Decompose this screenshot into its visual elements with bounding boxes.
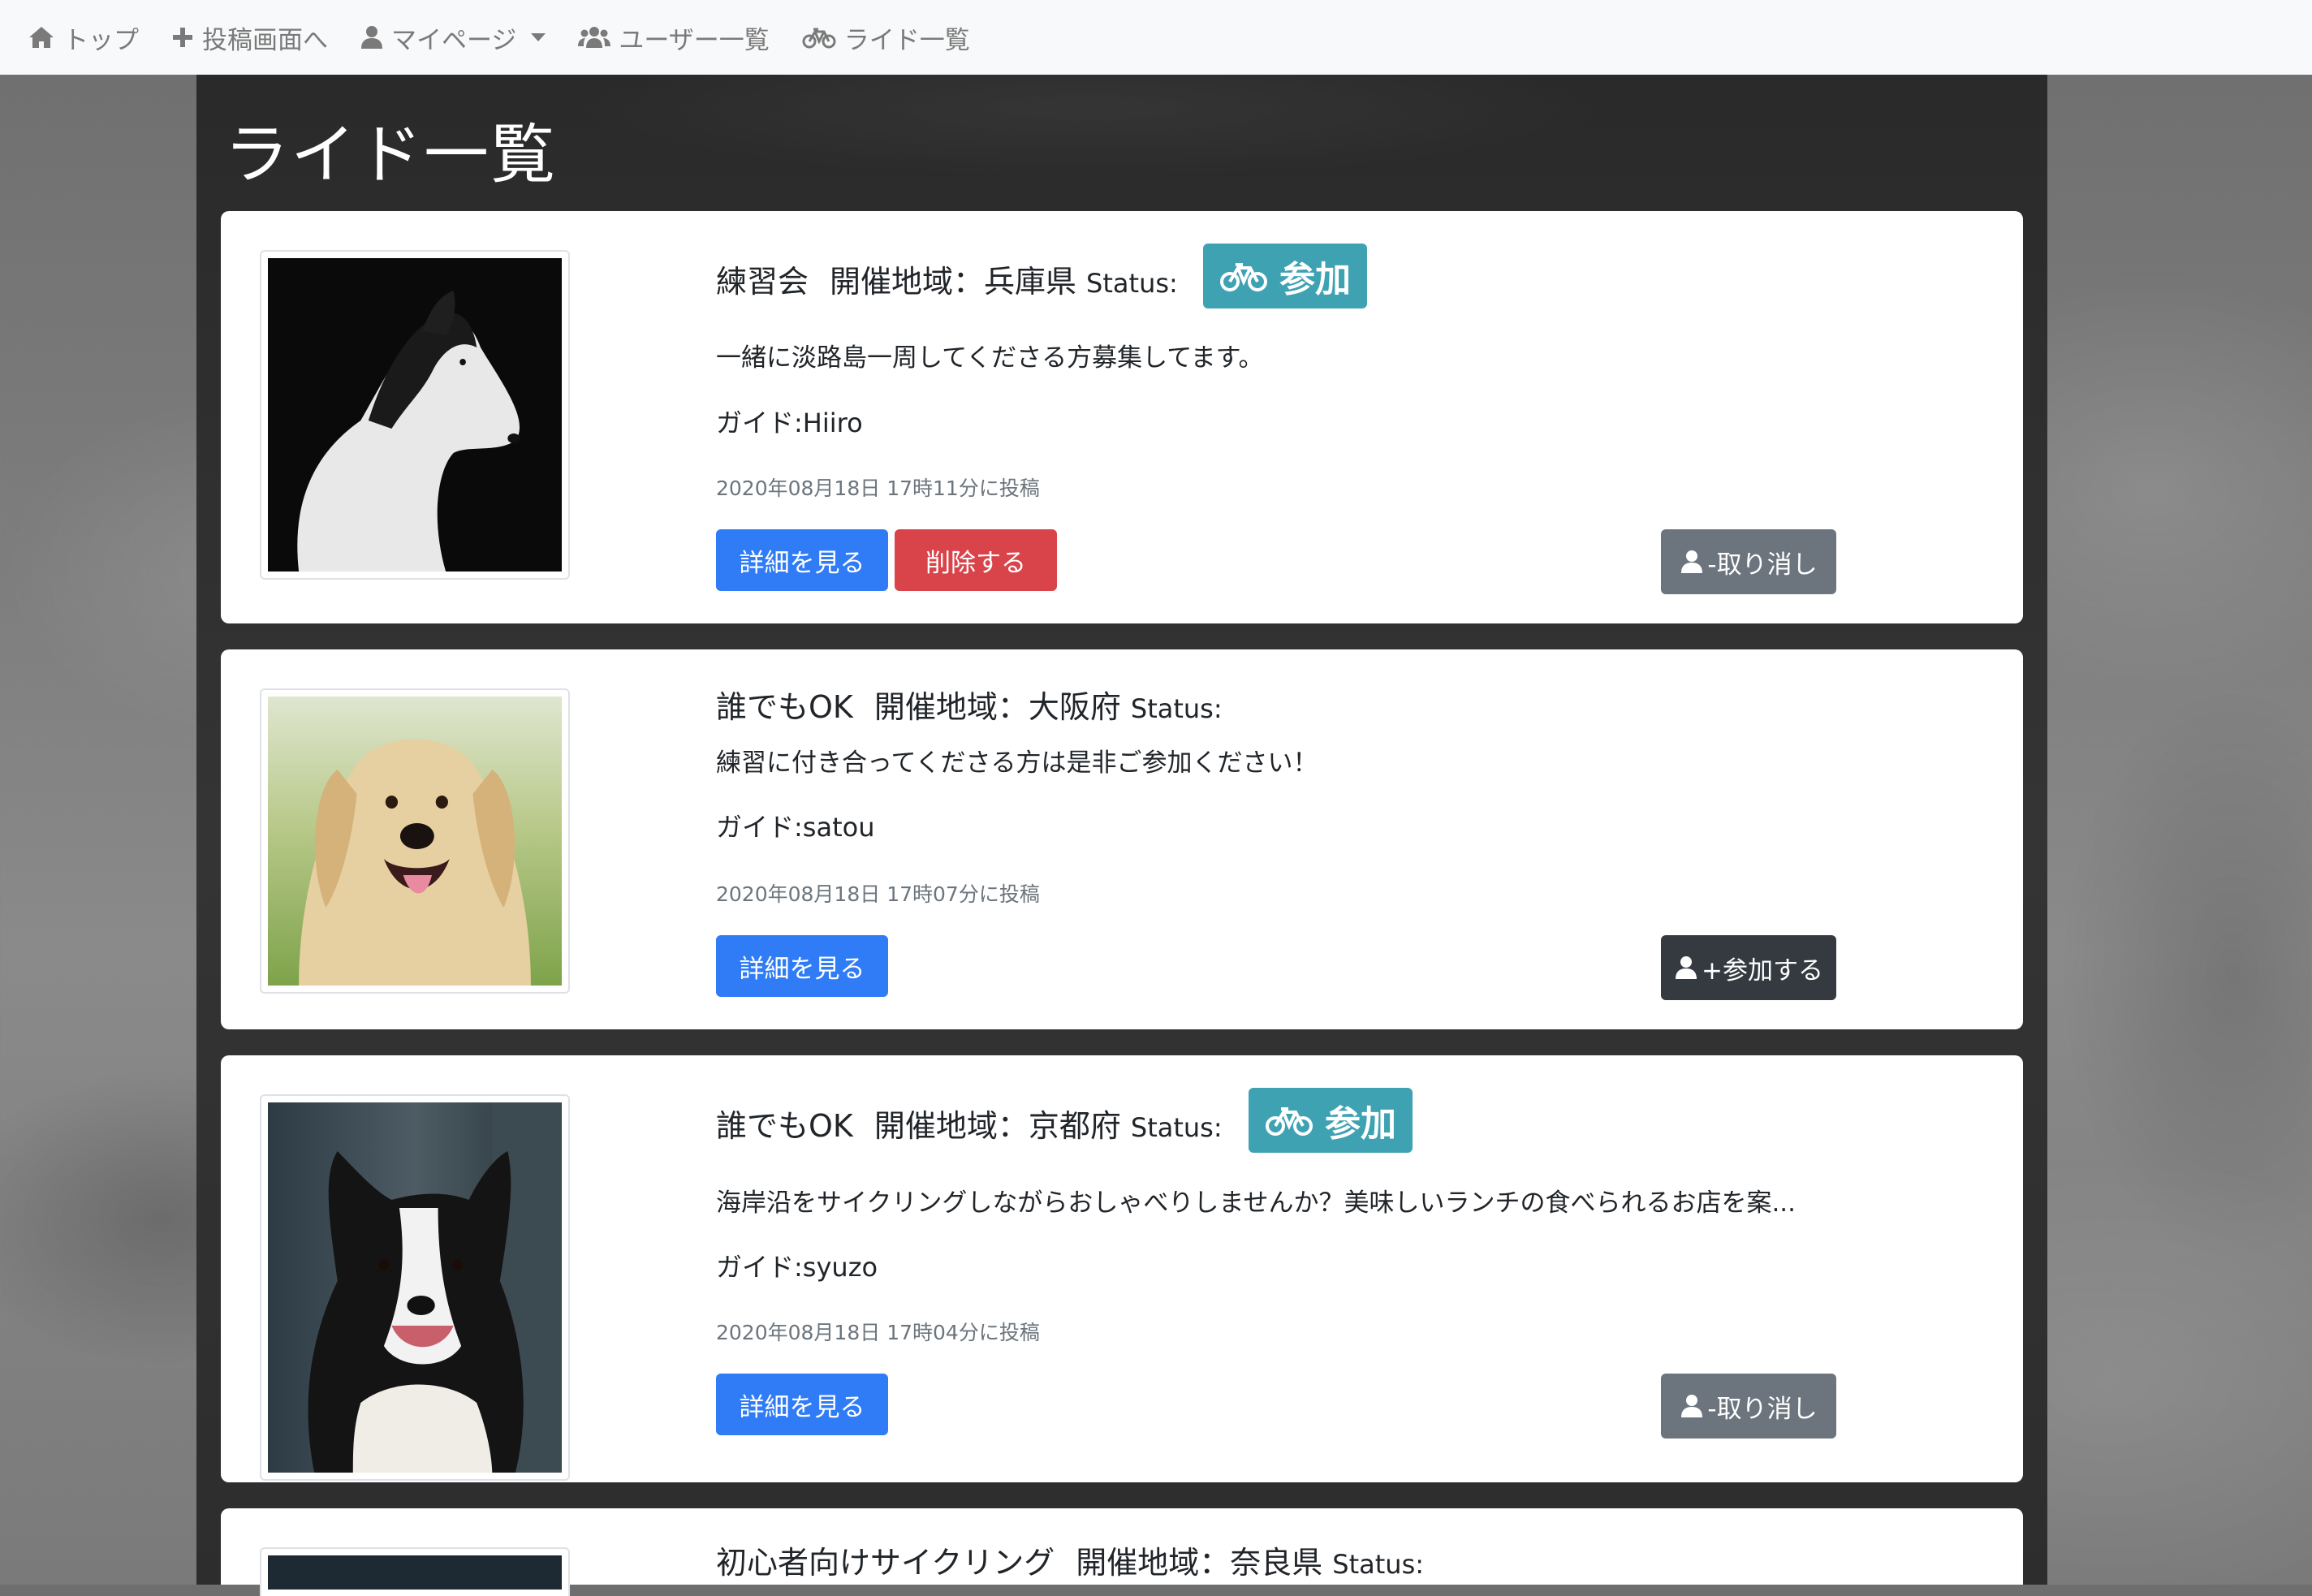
ride-guide: ガイド:syuzo <box>716 1252 878 1283</box>
join-label: +参加する <box>1702 955 1823 986</box>
nav-top-label: トップ <box>63 25 139 55</box>
cancel-participation-label: -取り消し <box>1707 550 1818 580</box>
ride-area: 京都府 <box>1028 1108 1121 1144</box>
ride-description: 一緒に淡路島一周してくださる方募集してます。 <box>716 343 1264 373</box>
status-label: Status: <box>1086 268 1178 299</box>
ride-title: 練習会 <box>716 264 809 300</box>
ride-area: 兵庫県 <box>984 264 1077 300</box>
cancel-participation-button[interactable]: -取り消し <box>1661 1374 1836 1439</box>
ride-title: 誰でもOK <box>716 1108 853 1144</box>
nav-top[interactable]: トップ <box>28 19 139 56</box>
ride-card: 初心者向けサイクリング 開催地域： 奈良県 Status: <box>221 1508 2023 1596</box>
ride-area-label: 開催地域： <box>873 689 1029 725</box>
bicycle-icon <box>1220 263 1267 291</box>
detail-button[interactable]: 詳細を見る <box>716 529 888 591</box>
status-label: Status: <box>1130 1112 1223 1143</box>
ride-title: 初心者向けサイクリング <box>716 1545 1055 1581</box>
ride-title-line: 誰でもOK 開催地域： 京都府 Status: <box>716 1101 1223 1145</box>
nav-mypage-dropdown[interactable]: マイページ <box>360 19 546 56</box>
bicycle-icon <box>1266 1107 1313 1136</box>
nav-post-label: 投稿画面へ <box>202 25 328 55</box>
ride-image <box>260 688 570 994</box>
nav-post[interactable]: 投稿画面へ <box>171 19 328 56</box>
cancel-participation-label: -取り消し <box>1707 1394 1818 1424</box>
ride-title-line: 誰でもOK 開催地域： 大阪府 Status: <box>716 682 1223 727</box>
ride-description: 海岸沿をサイクリングしながらおしゃべりしませんか？美味しいランチの食べられるお店… <box>716 1188 1797 1218</box>
status-badge-label: 参加 <box>1279 259 1351 300</box>
border-collie-image <box>268 1102 562 1473</box>
ride-guide: ガイド:Hiiro <box>716 408 863 438</box>
golden-retriever-image <box>268 697 562 986</box>
ride-card: 練習会 開催地域： 兵庫県 Status: 参加 一緒に淡路島一周してくださる方募… <box>221 211 2023 623</box>
home-icon <box>29 27 54 48</box>
ride-area-label: 開催地域： <box>1076 1545 1231 1581</box>
status-label: Status: <box>1332 1549 1425 1580</box>
delete-button[interactable]: 削除する <box>895 529 1057 591</box>
user-minus-icon <box>1681 550 1703 573</box>
ride-image <box>260 1094 570 1481</box>
ride-title-line: 初心者向けサイクリング 開催地域： 奈良県 Status: <box>716 1538 1424 1582</box>
page-title: ライド一覧 <box>224 117 557 192</box>
status-badge: 参加 <box>1249 1088 1413 1153</box>
ride-description: 練習に付き合ってくださる方は是非ご参加ください！ <box>716 748 1318 778</box>
ride-area: 大阪府 <box>1028 689 1121 725</box>
detail-button[interactable]: 詳細を見る <box>716 1374 888 1435</box>
nav-mypage-label: マイページ <box>391 25 517 55</box>
navbar: トップ 投稿画面へ マイページ ユーザー一覧 ライド一覧 <box>0 0 2312 75</box>
ride-guide: ガイド:satou <box>716 812 875 843</box>
ride-title: 誰でもOK <box>716 689 853 725</box>
cancel-participation-button[interactable]: -取り消し <box>1661 529 1836 594</box>
status-label: Status: <box>1130 693 1223 724</box>
user-plus-icon <box>1676 956 1697 979</box>
ride-image <box>260 250 570 580</box>
ride-area-label: 開催地域： <box>830 264 985 300</box>
plus-icon <box>173 28 192 47</box>
nav-rides[interactable]: ライド一覧 <box>802 19 970 56</box>
users-icon <box>578 27 611 48</box>
nav-rides-label: ライド一覧 <box>843 25 970 55</box>
bicycle-icon <box>802 28 836 49</box>
join-button[interactable]: +参加する <box>1661 935 1836 1000</box>
nav-users[interactable]: ユーザー一覧 <box>578 19 770 56</box>
chevron-down-icon <box>531 33 546 41</box>
ride-title-line: 練習会 開催地域： 兵庫県 Status: <box>716 257 1178 301</box>
user-icon <box>361 26 382 49</box>
dog-bw-profile-image <box>268 258 562 572</box>
status-badge: 参加 <box>1203 244 1367 308</box>
user-minus-icon <box>1681 1395 1703 1417</box>
ride-date: 2020年08月18日 17時11分に投稿 <box>716 477 1040 500</box>
nav-users-label: ユーザー一覧 <box>619 25 770 55</box>
ride-area: 奈良県 <box>1230 1545 1323 1581</box>
ride-card: 誰でもOK 開催地域： 大阪府 Status: 練習に付き合ってくださる方は是非ご… <box>221 649 2023 1029</box>
status-badge-label: 参加 <box>1325 1103 1396 1145</box>
ride-card: 誰でもOK 開催地域： 京都府 Status: 参加 海岸沿をサイクリングしながら… <box>221 1055 2023 1482</box>
ride-area-label: 開催地域： <box>873 1108 1029 1144</box>
ride-date: 2020年08月18日 17時07分に投稿 <box>716 882 1040 906</box>
detail-button[interactable]: 詳細を見る <box>716 935 888 997</box>
ride-date: 2020年08月18日 17時04分に投稿 <box>716 1321 1040 1344</box>
ride-image <box>260 1547 570 1596</box>
